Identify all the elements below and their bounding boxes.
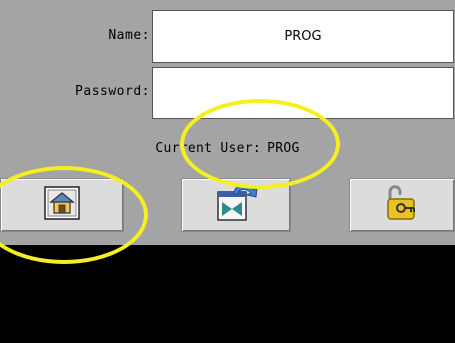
logout-button[interactable] <box>349 178 455 232</box>
name-field[interactable]: PROG <box>152 10 454 63</box>
current-user-status: Current User: PROG <box>0 141 455 156</box>
logout-lock-icon <box>382 183 422 227</box>
home-icon <box>44 186 80 224</box>
current-user-label: Current User: <box>155 141 262 156</box>
password-field[interactable] <box>152 67 454 119</box>
login-button[interactable] <box>181 178 291 232</box>
login-icon <box>214 182 258 228</box>
home-button[interactable] <box>0 178 124 232</box>
password-label: Password: <box>75 84 150 99</box>
hmi-screen: Name: PROG Password: Current User: PROG <box>0 0 455 343</box>
name-value: PROG <box>284 29 322 44</box>
name-label: Name: <box>108 28 150 43</box>
lower-display-area <box>0 245 455 343</box>
current-user-value: PROG <box>267 141 300 156</box>
login-panel: Name: PROG Password: Current User: PROG <box>0 0 455 245</box>
